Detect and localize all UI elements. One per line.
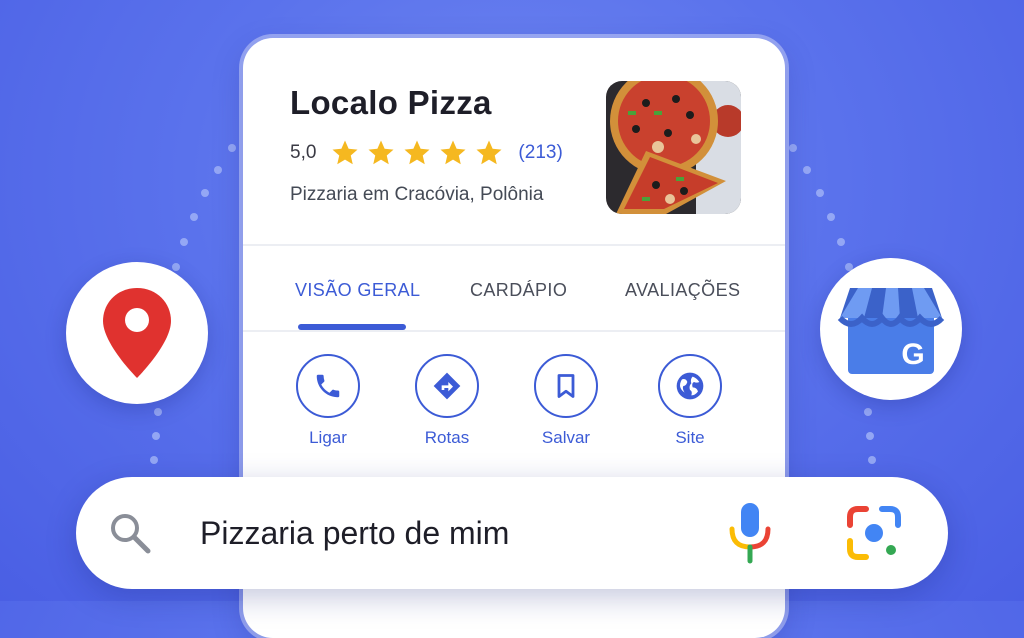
call-button-circle[interactable] [296,354,360,418]
star-icon [476,140,502,165]
directions-icon [433,372,461,400]
star-rating [330,138,510,168]
tab-bar: VISÃO GERAL CARDÁPIO AVALIAÇÕES [243,270,785,330]
google-maps-badge [66,262,208,404]
bookmark-icon [557,374,575,398]
website-button[interactable]: Site [640,354,740,448]
pizza-photo[interactable] [606,81,741,214]
rating-row: 5,0 (213) [290,138,563,168]
tabs-divider [243,330,785,332]
google-lens-icon[interactable] [844,503,904,563]
voice-search-mic-icon[interactable] [724,499,776,565]
rating-value: 5,0 [290,142,317,163]
save-button-circle[interactable] [534,354,598,418]
google-business-profile-badge: G [820,258,962,400]
search-bar[interactable]: Pizzaria perto de mim [76,477,948,589]
tab-cardapio[interactable]: CARDÁPIO [470,280,567,301]
save-label: Salvar [541,428,591,447]
business-name: Localo Pizza [290,84,492,121]
header-divider [243,244,785,246]
directions-button-circle[interactable] [415,354,479,418]
search-icon[interactable] [106,509,154,557]
directions-label: Rotas [424,428,470,447]
search-query[interactable]: Pizzaria perto de mim [200,515,509,552]
save-button[interactable]: Salvar [516,354,616,448]
globe-icon [676,372,704,400]
website-button-circle[interactable] [658,354,722,418]
directions-button[interactable]: Rotas [397,354,497,448]
tab-avaliacoes[interactable]: AVALIAÇÕES [625,280,740,301]
star-icon [440,140,466,165]
tab-visao-geral[interactable]: VISÃO GERAL [295,280,420,301]
star-icon [332,140,358,165]
star-icon [368,140,394,165]
star-icon [404,140,430,165]
website-label: Site [675,428,705,447]
business-category: Pizzaria em Cracóvia, Polônia [290,184,544,205]
pizza-image [606,81,741,214]
phone-icon [316,374,340,398]
google-business-profile-icon: G [837,288,945,374]
call-button[interactable]: Ligar [278,354,378,448]
reviews-count-link[interactable]: (213) [518,142,562,164]
google-maps-pin-icon [103,288,171,378]
gbp-letter: G [901,338,924,371]
call-label: Ligar [309,428,347,447]
